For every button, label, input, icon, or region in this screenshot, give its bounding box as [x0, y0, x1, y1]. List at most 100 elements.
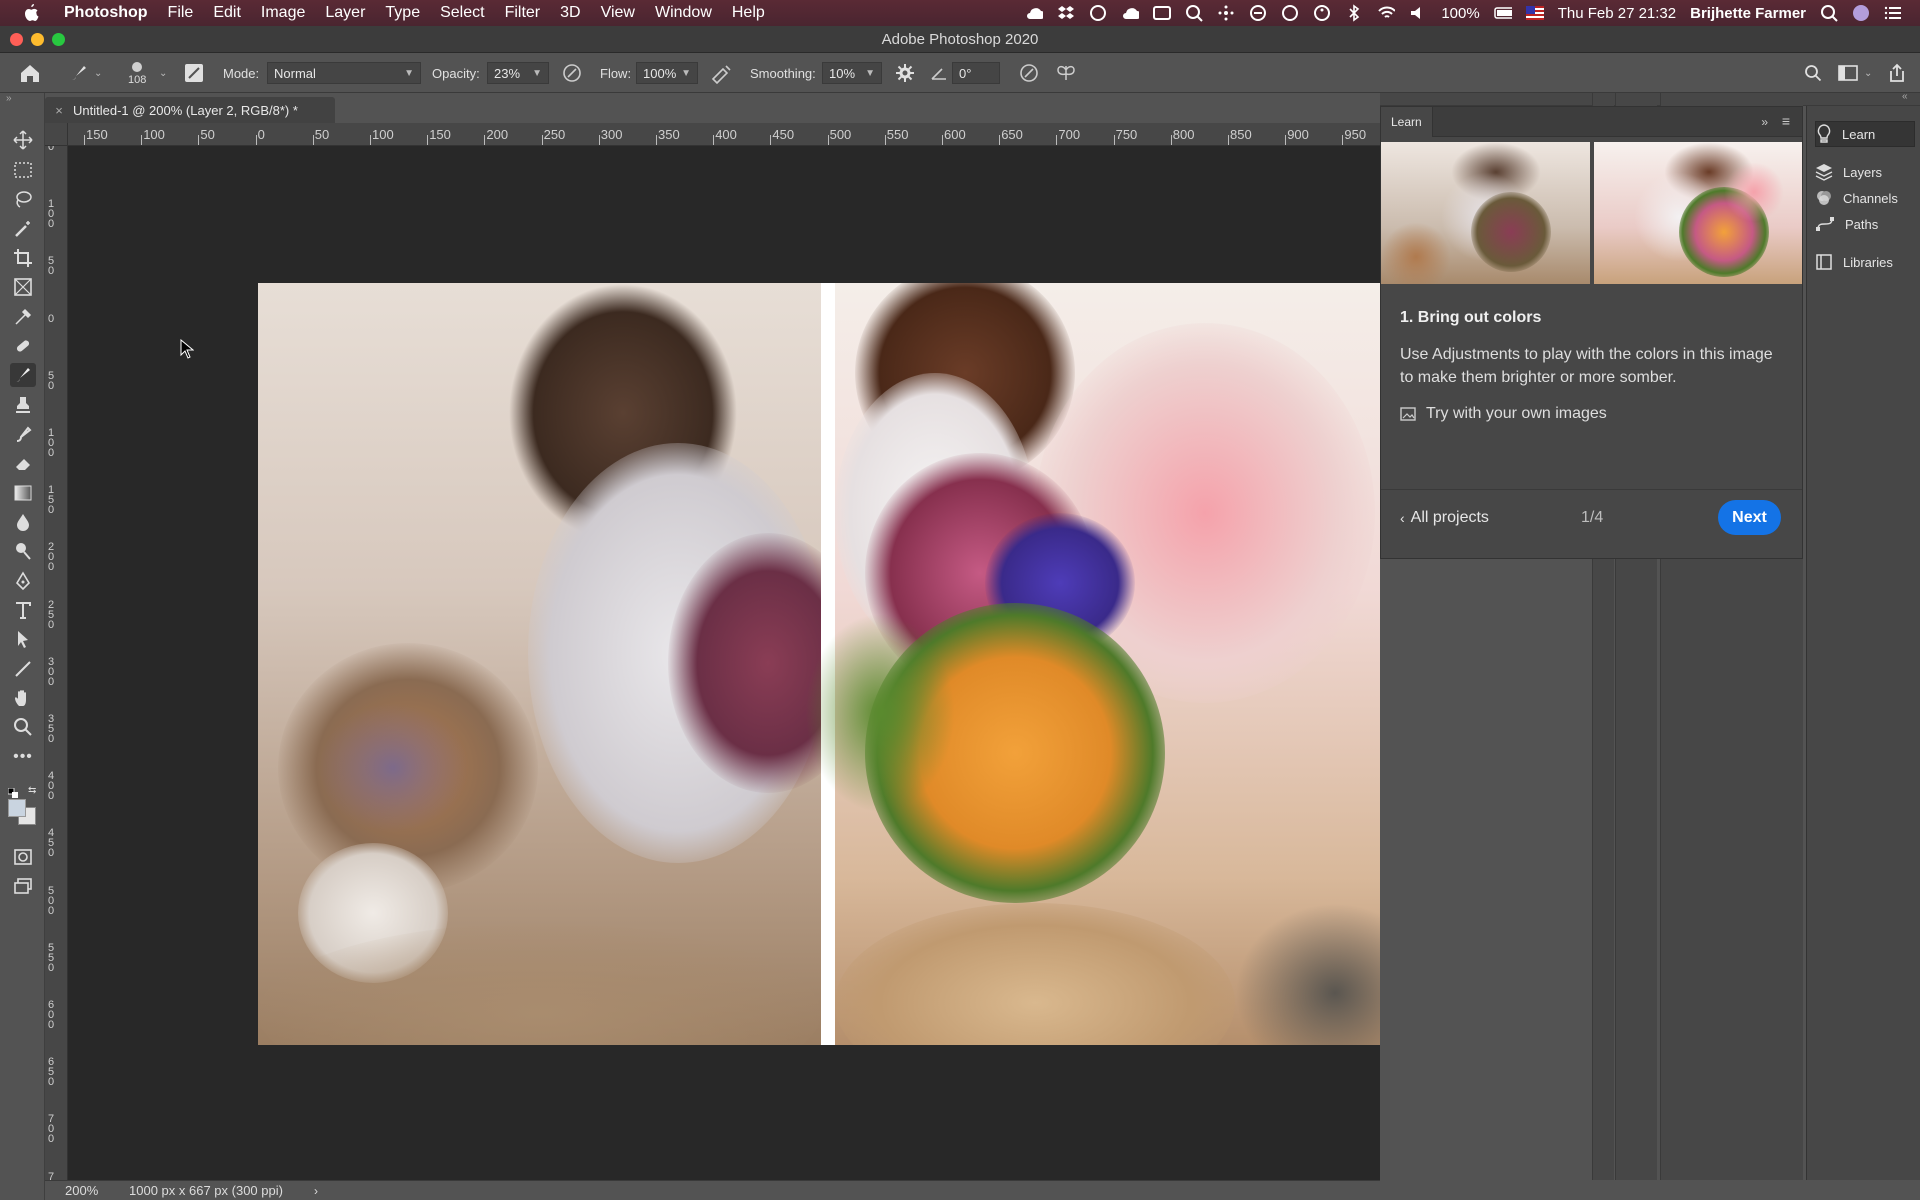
menu-type[interactable]: Type: [375, 4, 430, 22]
gradient-tool[interactable]: [10, 481, 36, 505]
hand-tool[interactable]: [10, 686, 36, 710]
input-source-flag-icon[interactable]: [1525, 5, 1544, 21]
vertical-ruler[interactable]: 0 1 0 0 5 0 0 5 0 1 0 0 1 5 0 2 0 0 2 5 0 3 0 0 3 …: [45, 146, 68, 1180]
airbrush-button[interactable]: [710, 53, 734, 93]
zoom-window-button[interactable]: [52, 33, 65, 46]
history-brush-tool[interactable]: [10, 422, 36, 446]
creative-cloud-sync-icon[interactable]: [1089, 5, 1107, 21]
dropbox-icon[interactable]: [1057, 5, 1075, 21]
behance-icon[interactable]: [1153, 5, 1172, 21]
menu-image[interactable]: Image: [251, 4, 315, 22]
learn-panel-tab[interactable]: Learn: [1381, 107, 1433, 137]
canvas-area[interactable]: [68, 146, 1401, 1180]
menu-3d[interactable]: 3D: [550, 4, 590, 22]
type-tool[interactable]: [10, 598, 36, 622]
brush-size-chevron-icon[interactable]: ⌄: [159, 53, 167, 93]
clock[interactable]: Thu Feb 27 21:32: [1558, 5, 1676, 22]
pressure-size-button[interactable]: [1018, 53, 1040, 93]
brush-settings-toggle[interactable]: [184, 53, 204, 93]
menu-help[interactable]: Help: [722, 4, 775, 22]
line-tool[interactable]: [10, 657, 36, 681]
close-document-icon[interactable]: ×: [45, 103, 73, 118]
document-canvas-image[interactable]: [258, 283, 1401, 1045]
menu-window[interactable]: Window: [645, 4, 722, 22]
icloud-icon[interactable]: [1121, 5, 1140, 21]
paths-panel-button[interactable]: Paths: [1815, 211, 1915, 237]
healing-brush-tool[interactable]: [10, 334, 36, 358]
brush-size-picker[interactable]: 108: [128, 53, 146, 93]
menu-filter[interactable]: Filter: [495, 4, 551, 22]
status-menu-chevron-icon[interactable]: ›: [314, 1184, 318, 1198]
marquee-tool[interactable]: [10, 158, 36, 182]
channels-panel-button[interactable]: Channels: [1815, 185, 1915, 211]
user-name[interactable]: Brijhette Farmer: [1690, 5, 1806, 22]
swap-colors-icon[interactable]: ⇆: [28, 785, 36, 796]
home-button[interactable]: [18, 53, 42, 93]
foreground-color-swatch[interactable]: [8, 799, 26, 817]
ruler-origin[interactable]: [45, 123, 68, 146]
magic-wand-tool[interactable]: [10, 217, 36, 241]
smoothing-options-button[interactable]: [895, 53, 915, 93]
notification-center-icon[interactable]: [1884, 5, 1902, 21]
document-tab[interactable]: × Untitled-1 @ 200% (Layer 2, RGB/8*) *: [45, 97, 335, 123]
next-button[interactable]: Next: [1718, 500, 1781, 535]
color-swatches[interactable]: ⇆: [6, 785, 40, 827]
horizontal-ruler[interactable]: 150 100 50 0 50 100 150 200 250 300 350 400 450 500 55…: [68, 123, 1380, 146]
try-own-images-link[interactable]: Try with your own images: [1400, 405, 1607, 423]
pressure-opacity-button[interactable]: [561, 53, 583, 93]
siri-icon[interactable]: [1852, 5, 1870, 21]
layers-panel-button[interactable]: Layers: [1815, 159, 1915, 185]
zoom-level[interactable]: 200%: [45, 1183, 105, 1198]
menu-select[interactable]: Select: [430, 4, 494, 22]
collapse-panel-icon[interactable]: »: [1761, 115, 1768, 129]
share-button[interactable]: [1888, 53, 1906, 93]
path-selection-tool[interactable]: [10, 627, 36, 651]
search-button[interactable]: [1804, 53, 1822, 93]
panel-menu-icon[interactable]: ≡: [1782, 113, 1790, 129]
clone-stamp-tool[interactable]: [10, 393, 36, 417]
brush-preset-picker[interactable]: ⌄: [68, 53, 102, 93]
magnifier-tool-icon[interactable]: [1185, 5, 1204, 22]
spotlight-search-icon[interactable]: [1820, 5, 1838, 22]
libraries-panel-button[interactable]: Libraries: [1815, 249, 1915, 275]
crop-tool[interactable]: [10, 246, 36, 270]
volume-icon[interactable]: [1409, 5, 1427, 21]
all-projects-link[interactable]: ‹ All projects: [1400, 509, 1489, 527]
quick-mask-button[interactable]: [10, 845, 36, 869]
network-icon[interactable]: [1217, 5, 1235, 21]
learn-panel-button[interactable]: Learn: [1815, 121, 1915, 147]
apple-menu-icon[interactable]: [20, 4, 42, 22]
menu-app-name[interactable]: Photoshop: [54, 4, 158, 22]
dodge-tool[interactable]: [10, 539, 36, 563]
eyedropper-tool[interactable]: [10, 305, 36, 329]
screen-mode-button[interactable]: [10, 874, 36, 898]
menu-layer[interactable]: Layer: [315, 4, 375, 22]
menu-file[interactable]: File: [158, 4, 204, 22]
edit-toolbar-button[interactable]: •••: [10, 745, 36, 769]
eraser-tool[interactable]: [10, 451, 36, 475]
zoom-tool[interactable]: [10, 715, 36, 739]
pen-tool[interactable]: [10, 569, 36, 593]
menu-edit[interactable]: Edit: [203, 4, 251, 22]
smoothing-field[interactable]: 10% ▼: [822, 62, 882, 84]
wifi-icon[interactable]: [1377, 5, 1396, 21]
collapse-dock-icon[interactable]: «: [1902, 91, 1908, 102]
menu-view[interactable]: View: [591, 4, 645, 22]
opacity-field[interactable]: 23% ▼: [487, 62, 549, 84]
battery-icon[interactable]: [1493, 5, 1512, 21]
minimize-window-button[interactable]: [31, 33, 44, 46]
brush-tool[interactable]: [10, 363, 36, 387]
accessibility-icon[interactable]: [1313, 5, 1331, 21]
flow-field[interactable]: 100% ▼: [636, 62, 698, 84]
do-not-disturb-icon[interactable]: [1249, 5, 1267, 21]
workspace-switcher[interactable]: ⌄: [1838, 53, 1872, 93]
close-window-button[interactable]: [10, 33, 23, 46]
extension-icon[interactable]: [1281, 5, 1299, 21]
mode-select[interactable]: Normal ▼: [267, 62, 421, 84]
lasso-tool[interactable]: [10, 187, 36, 211]
brush-angle-field[interactable]: 0°: [952, 62, 1000, 84]
bluetooth-icon[interactable]: [1345, 4, 1363, 22]
frame-tool[interactable]: [10, 275, 36, 299]
move-tool[interactable]: [10, 128, 36, 152]
collapse-tools-icon[interactable]: »: [6, 93, 12, 104]
